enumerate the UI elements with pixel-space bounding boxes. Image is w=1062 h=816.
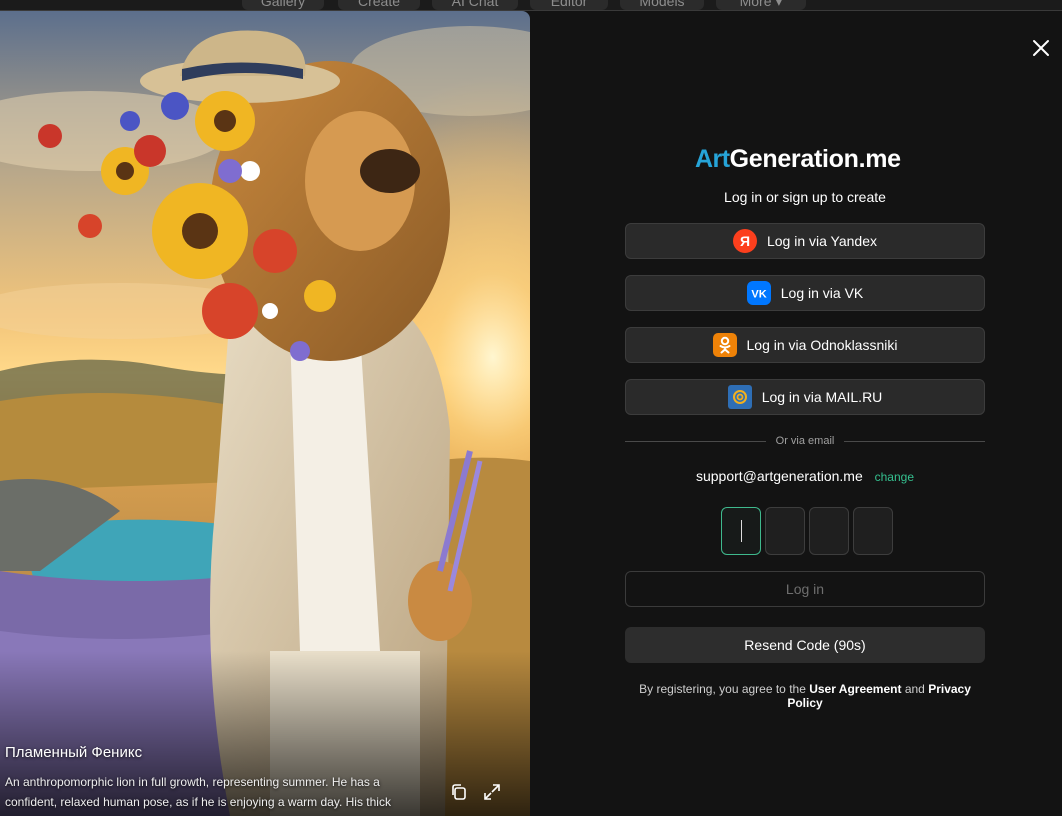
code-digit-2[interactable]: [765, 507, 805, 555]
login-yandex-label: Log in via Yandex: [766, 233, 877, 249]
close-icon: [1033, 40, 1049, 56]
mailru-icon: [727, 385, 752, 409]
terms-notice: By registering, you agree to the User Ag…: [625, 682, 985, 710]
change-email-link[interactable]: change: [875, 470, 914, 484]
login-mailru-label: Log in via MAIL.RU: [761, 389, 883, 405]
logo-generation-word: Generation.me: [729, 145, 901, 173]
code-digit-4[interactable]: [853, 507, 893, 555]
divider-line-left: [625, 440, 766, 442]
yandex-icon: Я: [732, 229, 757, 253]
svg-text:VK: VK: [751, 289, 766, 301]
resend-code-button[interactable]: Resend Code (90s): [625, 627, 985, 663]
login-odnoklassniki-label: Log in via Odnoklassniki: [746, 337, 898, 353]
odnoklassniki-icon: [712, 333, 737, 357]
nav-gallery[interactable]: Gallery: [242, 0, 324, 10]
divider-label: Or via email: [775, 435, 835, 447]
divider-line-right: [844, 440, 985, 442]
copy-prompt-button[interactable]: [448, 781, 470, 803]
nav-create[interactable]: Create: [338, 0, 420, 10]
login-submit-button[interactable]: Log in: [625, 571, 985, 607]
top-navigation: Gallery Create AI Chat Editor Models Mor…: [0, 0, 1062, 11]
verification-code-input: [721, 507, 893, 555]
login-vk-label: Log in via VK: [780, 285, 864, 301]
expand-image-button[interactable]: [481, 781, 503, 803]
email-display: support@artgeneration.me change: [625, 468, 985, 484]
image-description: An anthropomorphic lion in full growth, …: [5, 775, 391, 809]
terms-prefix: By registering, you agree to the: [639, 682, 810, 696]
code-digit-3[interactable]: [809, 507, 849, 555]
nav-editor[interactable]: Editor: [530, 0, 608, 10]
nav-models-label: Models: [639, 0, 685, 9]
logo-art-word: Art: [695, 145, 730, 173]
nav-models[interactable]: Models: [620, 0, 704, 10]
code-digit-1[interactable]: [721, 507, 761, 555]
login-odnoklassniki-button[interactable]: Log in via Odnoklassniki: [625, 327, 985, 363]
nav-gallery-label: Gallery: [260, 0, 306, 9]
or-divider: Or via email: [625, 433, 985, 449]
resend-code-label: Resend Code (90s): [744, 637, 866, 653]
nav-ai-chat[interactable]: AI Chat: [432, 0, 518, 10]
nav-create-label: Create: [357, 0, 401, 9]
close-button[interactable]: [1030, 37, 1052, 59]
login-vk-button[interactable]: VK Log in via VK: [625, 275, 985, 311]
expand-icon: [484, 784, 500, 800]
auth-subtitle: Log in or sign up to create: [724, 189, 886, 205]
copy-icon: [452, 784, 466, 800]
login-submit-label: Log in: [785, 581, 825, 597]
nav-more-label: More: [739, 0, 772, 9]
site-logo[interactable]: Art Generation.me: [695, 145, 901, 174]
nav-editor-label: Editor: [550, 0, 588, 9]
nav-ai-chat-label: AI Chat: [451, 0, 499, 9]
nav-more[interactable]: More ▾: [716, 0, 806, 10]
vk-icon: VK: [746, 281, 771, 305]
email-address: support@artgeneration.me: [695, 468, 863, 484]
terms-and: and: [901, 682, 929, 696]
lion-artwork-image: [0, 11, 530, 816]
user-agreement-link[interactable]: User Agreement: [809, 682, 901, 696]
auth-panel: Art Generation.me Log in or sign up to c…: [530, 11, 1062, 816]
svg-text:Я: Я: [740, 233, 750, 249]
login-yandex-button[interactable]: Я Log in via Yandex: [625, 223, 985, 259]
image-title: Пламенный Феникс: [5, 744, 143, 761]
login-mailru-button[interactable]: Log in via MAIL.RU: [625, 379, 985, 415]
image-preview: Пламенный Феникс An anthropomorphic lion…: [0, 11, 530, 816]
